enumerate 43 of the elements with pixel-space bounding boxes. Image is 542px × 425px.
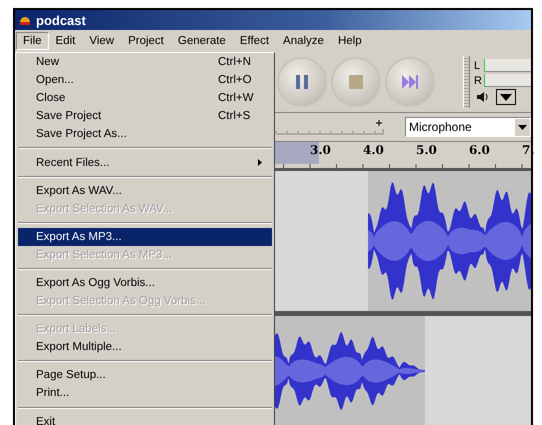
menu-item[interactable]: Export Multiple...: [18, 338, 272, 356]
ruler-label: 6.0: [469, 143, 490, 157]
level-meter: [484, 74, 531, 87]
audio-track[interactable]: [275, 316, 531, 425]
menu-item[interactable]: Save Project Ctrl+S: [18, 107, 272, 126]
audio-track[interactable]: [275, 171, 531, 316]
menu-item[interactable]: File: [16, 32, 49, 50]
menu-item[interactable]: Open... Ctrl+O: [18, 71, 272, 90]
stop-icon: [348, 74, 364, 90]
menu-item[interactable]: New Ctrl+N: [18, 53, 272, 72]
menu-item[interactable]: Effect: [232, 32, 276, 50]
menu-item[interactable]: Page Setup...: [18, 366, 272, 384]
menu-item[interactable]: Edit: [48, 32, 82, 50]
toolbar-grip[interactable]: [463, 56, 470, 108]
menu-item[interactable]: Close Ctrl+W: [18, 89, 272, 108]
menu-item[interactable]: Print...: [18, 384, 272, 402]
menu-item[interactable]: View: [82, 32, 122, 50]
menu-item[interactable]: Project: [121, 32, 171, 50]
pause-icon: [295, 74, 309, 90]
menu-item[interactable]: Help: [330, 32, 369, 50]
skip-end-icon: [401, 74, 419, 90]
menu-item[interactable]: Analyze: [276, 32, 331, 50]
window-title: podcast: [36, 12, 86, 28]
speaker-icon: [476, 91, 490, 103]
menu-item[interactable]: Export As Ogg Vorbis...: [18, 274, 272, 292]
pause-button[interactable]: [277, 57, 327, 107]
input-source-dropdown[interactable]: Microphone: [405, 117, 531, 137]
caret-icon: [518, 124, 527, 130]
menu-item[interactable]: Export As WAV...: [18, 182, 272, 200]
ruler-label: 5.0: [416, 143, 437, 157]
ruler-label: 3.0: [310, 143, 331, 157]
menu-item[interactable]: Recent Files...: [18, 153, 272, 172]
menu-item[interactable]: Exit: [18, 412, 272, 425]
dropdown-button[interactable]: [496, 89, 516, 105]
menu-item[interactable]: Export As MP3...: [18, 228, 272, 246]
meter-label: L: [474, 60, 482, 72]
menu-item[interactable]: Generate: [170, 32, 233, 50]
skip-to-end-button[interactable]: [385, 57, 435, 107]
menu-item[interactable]: Save Project As...: [18, 125, 272, 144]
level-meter: [484, 59, 531, 72]
ruler-label: 4.0: [363, 143, 384, 157]
caret-icon: [500, 94, 512, 100]
meter-label: R: [474, 74, 482, 86]
